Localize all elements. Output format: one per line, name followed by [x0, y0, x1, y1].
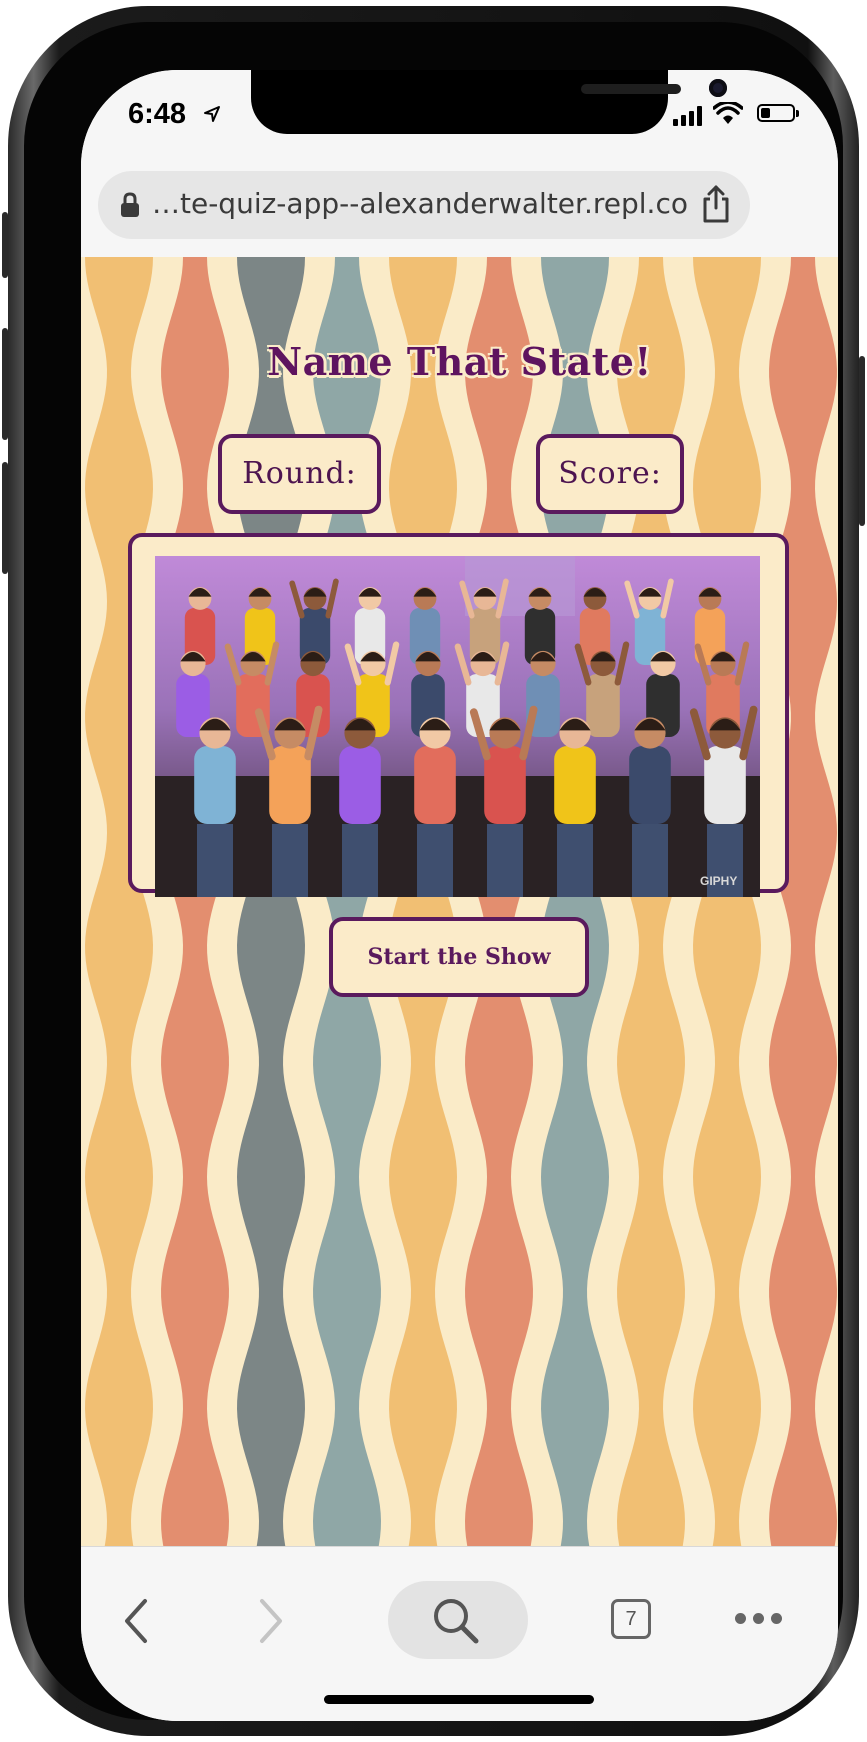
power-button: [859, 356, 865, 526]
status-bar: 6:48 …te-quiz-app--alexanderwalter.repl.…: [81, 70, 838, 239]
lock-icon: [121, 192, 139, 217]
front-camera: [709, 79, 727, 97]
share-icon[interactable]: [700, 184, 732, 224]
speaker: [581, 84, 681, 94]
search-button[interactable]: [388, 1581, 528, 1659]
score-label: Score:: [558, 456, 662, 491]
back-arrow-icon[interactable]: [121, 1597, 151, 1645]
volume-up-button: [2, 328, 8, 440]
gif-watermark: GIPHY: [700, 874, 737, 888]
battery-icon: [757, 104, 799, 122]
gif-frame: GIPHY: [128, 533, 789, 897]
mute-switch: [2, 212, 8, 278]
quiz-page: Name That State! Round: Score: GIPHY Sta…: [81, 257, 838, 1546]
home-indicator: [324, 1695, 594, 1704]
browser-toolbar: 7: [81, 1546, 838, 1721]
location-arrow-icon: [204, 106, 220, 122]
url-text[interactable]: …te-quiz-app--alexanderwalter.repl.co: [152, 187, 692, 220]
phone-bezel: 6:48 …te-quiz-app--alexanderwalter.repl.…: [24, 22, 843, 1721]
round-label: Round:: [242, 456, 357, 491]
start-the-show-button[interactable]: Start the Show: [329, 917, 589, 997]
forward-arrow-icon[interactable]: [256, 1597, 286, 1645]
tabs-button[interactable]: 7: [611, 1599, 651, 1639]
wifi-icon: [713, 102, 743, 124]
audience-cheering-gif: GIPHY: [155, 556, 760, 897]
screen: 6:48 …te-quiz-app--alexanderwalter.repl.…: [81, 70, 838, 1721]
page-title: Name That State!: [267, 339, 652, 384]
address-bar[interactable]: …te-quiz-app--alexanderwalter.repl.co: [98, 171, 750, 239]
retro-wave-background: [85, 257, 837, 1546]
more-menu-icon[interactable]: [735, 1613, 789, 1624]
round-indicator: Round:: [218, 434, 381, 514]
volume-down-button: [2, 462, 8, 574]
status-time: 6:48: [128, 98, 187, 130]
search-icon: [434, 1599, 479, 1644]
phone-frame: 6:48 …te-quiz-app--alexanderwalter.repl.…: [2, 6, 865, 1736]
cellular-signal-icon: [673, 106, 702, 126]
audience-illustration: GIPHY: [155, 556, 760, 897]
notch: [251, 70, 727, 134]
score-indicator: Score:: [536, 434, 684, 514]
